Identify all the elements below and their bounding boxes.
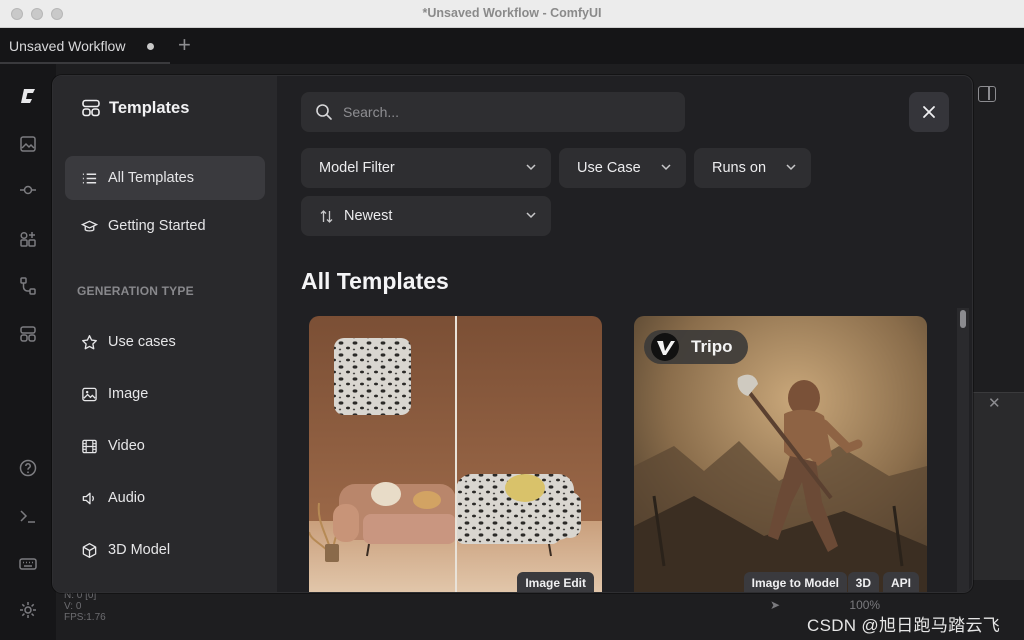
terminal-icon[interactable] [18, 506, 38, 526]
nav-image[interactable]: Image [65, 372, 265, 416]
close-panel-icon[interactable]: ✕ [988, 394, 1001, 412]
model-filter-dropdown[interactable]: Model Filter [301, 148, 551, 188]
nav-label: 3D Model [108, 542, 171, 558]
tag-badge: Image Edit [517, 572, 594, 592]
templates-icon [82, 99, 100, 117]
settings-gear-icon[interactable] [18, 600, 38, 620]
tripo-brand-label: Tripo [691, 337, 733, 356]
vertex-count-text: V: 0 [64, 601, 82, 612]
templates-icon[interactable] [18, 324, 38, 344]
close-dialog-button[interactable] [909, 92, 949, 132]
template-thumbnail [309, 316, 602, 592]
help-icon[interactable] [18, 458, 38, 478]
window-titlebar: *Unsaved Workflow - ComfyUI [0, 0, 1024, 28]
workflow-tab[interactable]: Unsaved Workflow [0, 28, 170, 64]
templates-title-text: Templates [109, 98, 190, 117]
templates-main: Model Filter Use Case Runs on Newest All… [277, 76, 972, 592]
nav-video[interactable]: Video [65, 424, 265, 468]
cube-icon [82, 542, 97, 558]
unsaved-dot-icon [147, 43, 154, 50]
close-icon [923, 106, 935, 118]
sort-arrows-icon [320, 209, 333, 223]
model-library-icon[interactable] [18, 230, 38, 250]
nav-audio[interactable]: Audio [65, 476, 265, 520]
search-icon [316, 104, 332, 120]
templates-sidebar: Templates All Templates Getting Started … [53, 76, 277, 592]
image-gallery-icon[interactable] [18, 134, 38, 154]
keyboard-icon[interactable] [18, 554, 38, 574]
pointer-icon[interactable]: ➤ [770, 598, 780, 612]
window-title: *Unsaved Workflow - ComfyUI [422, 6, 602, 20]
chevron-down-icon [526, 164, 536, 171]
workflow-tab-label: Unsaved Workflow [9, 38, 126, 54]
nav-label: All Templates [108, 170, 194, 186]
templates-scrollbar[interactable] [957, 308, 969, 592]
nav-3d-model[interactable]: 3D Model [65, 528, 265, 572]
canvas-stats: N: 0 [0] V: 0 FPS:1.76 [64, 590, 106, 623]
speaker-icon [82, 492, 94, 504]
scroll-thumb[interactable] [960, 310, 966, 328]
fps-text: FPS:1.76 [64, 612, 106, 623]
nav-label: Image [108, 386, 149, 402]
generation-type-label: GENERATION TYPE [77, 284, 194, 298]
model-filter-label: Model Filter [319, 160, 395, 176]
comfy-logo-icon[interactable] [18, 86, 38, 106]
canvas-toolbar: ➤ 100% [770, 598, 880, 612]
background-panel [972, 392, 1024, 580]
new-tab-plus-icon[interactable]: + [178, 32, 191, 58]
use-case-dropdown[interactable]: Use Case [559, 148, 686, 188]
tag-badge: API [882, 572, 919, 592]
zoom-level[interactable]: 100% [849, 598, 880, 612]
list-icon [82, 173, 97, 183]
nav-label: Use cases [108, 334, 176, 350]
runs-on-dropdown[interactable]: Runs on [694, 148, 811, 188]
graduation-cap-icon [81, 220, 98, 232]
chevron-down-icon [526, 212, 536, 219]
sort-dropdown[interactable]: Newest [301, 196, 551, 236]
star-icon [82, 334, 97, 349]
chevron-down-icon [661, 164, 671, 171]
section-heading: All Templates [301, 268, 449, 294]
nav-label: Getting Started [108, 218, 206, 234]
chevron-down-icon [786, 164, 796, 171]
node-link-icon[interactable] [18, 180, 38, 200]
runs-on-label: Runs on [712, 160, 767, 176]
workflow-branch-icon[interactable] [18, 276, 38, 296]
tag-badge: Image to Model [743, 572, 847, 592]
nav-label: Video [108, 438, 145, 454]
watermark-text: CSDN @旭日跑马踏云飞 [807, 616, 1001, 635]
template-card-tripo-3d[interactable]: Tripo Image to Model 3D API [634, 316, 927, 592]
toggle-panel-icon[interactable] [978, 86, 996, 102]
templates-title: Templates [81, 98, 189, 118]
nav-all-templates[interactable]: All Templates [65, 156, 265, 200]
template-card-image-edit[interactable]: Image Edit [309, 316, 602, 592]
film-icon [82, 439, 97, 453]
template-thumbnail [634, 316, 927, 592]
tag-badge: 3D [847, 572, 879, 592]
image-icon [82, 387, 97, 401]
nav-getting-started[interactable]: Getting Started [65, 204, 265, 248]
nav-label: Audio [108, 490, 146, 506]
app-sidebar [0, 64, 56, 640]
sort-label: Newest [344, 208, 393, 224]
templates-dialog: Templates All Templates Getting Started … [52, 75, 973, 593]
workflow-tabbar: Unsaved Workflow + [0, 28, 1024, 64]
search-box[interactable] [301, 92, 685, 132]
use-case-label: Use Case [577, 160, 641, 176]
nav-use-cases[interactable]: Use cases [65, 320, 265, 364]
search-input[interactable] [343, 102, 663, 122]
